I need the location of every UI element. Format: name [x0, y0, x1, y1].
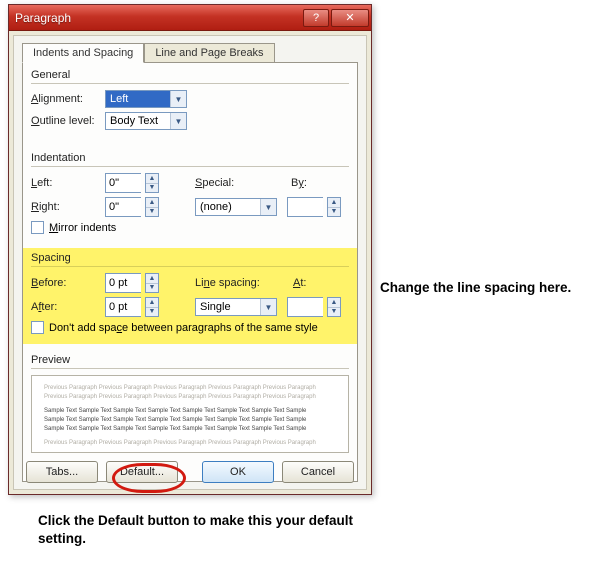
- spin-down-icon[interactable]: ▼: [146, 208, 158, 217]
- tab-line-page-breaks[interactable]: Line and Page Breaks: [144, 43, 274, 63]
- help-icon: ?: [313, 12, 319, 24]
- spin-up-icon[interactable]: ▲: [146, 274, 158, 284]
- spin-up-icon[interactable]: ▲: [146, 198, 158, 208]
- preview-box: Previous Paragraph Previous Paragraph Pr…: [31, 375, 349, 453]
- divider: [31, 368, 349, 369]
- spin-up-icon[interactable]: ▲: [146, 174, 158, 184]
- spin-down-icon[interactable]: ▼: [146, 308, 158, 317]
- indentation-group-label: Indentation: [31, 152, 349, 166]
- spacing-group-label: Spacing: [31, 252, 349, 266]
- spin-down-icon[interactable]: ▼: [328, 308, 340, 317]
- no-space-label: Don't add space between paragraphs of th…: [49, 322, 318, 334]
- by-spinner[interactable]: ▲▼: [287, 197, 341, 217]
- close-button[interactable]: ✕: [331, 9, 369, 27]
- no-space-checkbox[interactable]: [31, 321, 44, 334]
- annotation-default-button: Click the Default button to make this yo…: [38, 512, 368, 548]
- mirror-indents-label: Mirror indents: [49, 222, 116, 234]
- chevron-down-icon: ▼: [170, 113, 186, 129]
- preview-label: Preview: [31, 354, 349, 368]
- spin-up-icon[interactable]: ▲: [328, 198, 340, 208]
- by-label: By:: [291, 177, 331, 189]
- tabstrip: Indents and Spacing Line and Page Breaks: [22, 42, 366, 62]
- outline-select[interactable]: Body Text ▼: [105, 112, 187, 130]
- indent-right-label: Right:: [31, 201, 105, 213]
- tab-panel: General Alignment: Left ▼ Outline level:…: [22, 62, 358, 482]
- indent-left-label: Left:: [31, 177, 105, 189]
- help-button[interactable]: ?: [303, 9, 329, 27]
- chevron-down-icon: ▼: [260, 199, 276, 215]
- titlebar[interactable]: Paragraph ? ✕: [9, 5, 371, 31]
- dialog-client: Indents and Spacing Line and Page Breaks…: [13, 35, 367, 490]
- at-spinner[interactable]: ▲▼: [287, 297, 341, 317]
- paragraph-dialog: Paragraph ? ✕ Indents and Spacing Line a…: [8, 4, 372, 495]
- chevron-down-icon: ▼: [260, 299, 276, 315]
- divider: [31, 166, 349, 167]
- tabs-button[interactable]: Tabs...: [26, 461, 98, 483]
- spin-down-icon[interactable]: ▼: [328, 208, 340, 217]
- divider: [31, 83, 349, 84]
- alignment-value: Left: [106, 91, 170, 107]
- alignment-select[interactable]: Left ▼: [105, 90, 187, 108]
- spin-up-icon[interactable]: ▲: [328, 298, 340, 308]
- annotation-line-spacing: Change the line spacing here.: [380, 280, 580, 295]
- outline-value: Body Text: [106, 113, 170, 129]
- tab-indents-spacing[interactable]: Indents and Spacing: [22, 43, 144, 63]
- after-label: After:: [31, 301, 105, 313]
- before-spinner[interactable]: 0 pt ▲▼: [105, 273, 159, 293]
- line-spacing-select[interactable]: Single ▼: [195, 298, 277, 316]
- ok-button[interactable]: OK: [202, 461, 274, 483]
- dialog-buttons: Tabs... Default... OK Cancel: [26, 461, 354, 483]
- close-icon: ✕: [345, 11, 354, 24]
- after-spinner[interactable]: 0 pt ▲▼: [105, 297, 159, 317]
- general-group-label: General: [31, 69, 349, 83]
- spin-up-icon[interactable]: ▲: [146, 298, 158, 308]
- window-title: Paragraph: [15, 11, 301, 25]
- special-label: Special:: [195, 177, 255, 189]
- before-label: Before:: [31, 277, 105, 289]
- at-label: At:: [293, 277, 323, 289]
- spin-down-icon[interactable]: ▼: [146, 284, 158, 293]
- spin-down-icon[interactable]: ▼: [146, 184, 158, 193]
- default-button[interactable]: Default...: [106, 461, 178, 483]
- spacing-section: Spacing Before: 0 pt ▲▼ Line spacing: At…: [23, 248, 357, 344]
- mirror-indents-checkbox[interactable]: [31, 221, 44, 234]
- divider: [31, 266, 349, 267]
- cancel-button[interactable]: Cancel: [282, 461, 354, 483]
- outline-label: Outline level:: [31, 115, 105, 127]
- alignment-label: Alignment:: [31, 93, 105, 105]
- special-select[interactable]: (none) ▼: [195, 198, 277, 216]
- line-spacing-label: Line spacing:: [195, 277, 271, 289]
- indent-left-spinner[interactable]: 0" ▲▼: [105, 173, 159, 193]
- chevron-down-icon: ▼: [170, 91, 186, 107]
- indent-right-spinner[interactable]: 0" ▲▼: [105, 197, 159, 217]
